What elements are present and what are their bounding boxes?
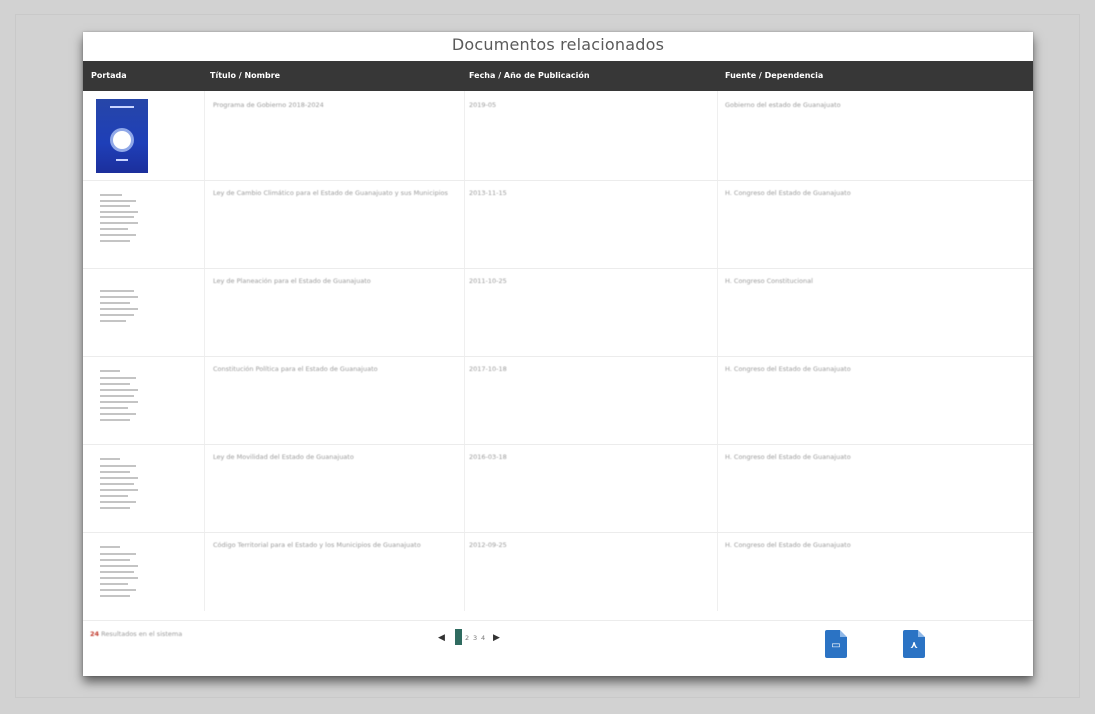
document-source: H. Congreso Constitucional — [725, 277, 813, 285]
cover-footer-line — [116, 159, 128, 161]
document-source: H. Congreso del Estado de Guanajuato — [725, 453, 851, 461]
document-date: 2012-09-25 — [469, 541, 507, 549]
table-row[interactable]: Ley de Movilidad del Estado de Guanajuat… — [83, 444, 1033, 533]
page-4-button[interactable]: 4 — [481, 634, 485, 642]
document-date: 2016-03-18 — [469, 453, 507, 461]
document-source: H. Congreso del Estado de Guanajuato — [725, 189, 851, 197]
column-header-cover: Portada — [91, 71, 127, 80]
cover-emblem — [113, 131, 131, 149]
csv-file-icon[interactable]: ▭ — [825, 630, 847, 658]
results-count-number: 24 — [90, 630, 100, 638]
document-source: H. Congreso del Estado de Guanajuato — [725, 541, 851, 549]
document-title[interactable]: Ley de Movilidad del Estado de Guanajuat… — [213, 452, 354, 462]
document-title[interactable]: Constitución Política para el Estado de … — [213, 364, 378, 374]
column-header-date: Fecha / Año de Publicación — [469, 71, 590, 80]
file-corner-fold — [918, 630, 925, 637]
table-row[interactable]: Programa de Gobierno 2018-2024 2019-05 G… — [83, 92, 1033, 181]
related-documents-card: Documentos relacionados Portada Título /… — [83, 32, 1033, 676]
document-source: Gobierno del estado de Guanajuato — [725, 101, 841, 109]
table-row[interactable]: Código Territorial para el Estado y los … — [83, 532, 1033, 621]
pdf-file-icon[interactable]: ⋏ — [903, 630, 925, 658]
pdf-glyph: ⋏ — [909, 640, 919, 651]
table-row[interactable]: Ley de Planeación para el Estado de Guan… — [83, 268, 1033, 357]
document-title[interactable]: Ley de Cambio Climático para el Estado d… — [213, 188, 458, 198]
blue-cover-icon[interactable] — [96, 99, 148, 173]
document-title[interactable]: Programa de Gobierno 2018-2024 — [213, 100, 324, 110]
table-header: Portada Título / Nombre Fecha / Año de P… — [83, 61, 1033, 91]
table-row[interactable]: Constitución Política para el Estado de … — [83, 356, 1033, 445]
document-title[interactable]: Código Territorial para el Estado y los … — [213, 540, 453, 550]
csv-glyph: ▭ — [831, 640, 841, 651]
document-thumbnail-icon[interactable] — [96, 364, 144, 438]
document-thumbnail-icon[interactable] — [96, 452, 144, 526]
cover-heading-line — [110, 106, 134, 108]
document-date: 2013-11-15 — [469, 189, 507, 197]
document-thumbnail-icon[interactable] — [96, 540, 144, 614]
document-date: 2019-05 — [469, 101, 497, 109]
page-2-button[interactable]: 2 — [465, 634, 469, 642]
document-title[interactable]: Ley de Planeación para el Estado de Guan… — [213, 276, 371, 286]
document-source: H. Congreso del Estado de Guanajuato — [725, 365, 851, 373]
document-thumbnail-icon[interactable] — [96, 276, 144, 350]
previous-page-button[interactable]: ◀ — [438, 633, 445, 643]
column-header-source: Fuente / Dependencia — [725, 71, 824, 80]
file-corner-fold — [840, 630, 847, 637]
document-date: 2011-10-25 — [469, 277, 507, 285]
results-count-label: Resultados en el sistema — [101, 630, 183, 638]
results-count: 24 Resultados en el sistema — [90, 630, 182, 638]
page-title: Documentos relacionados — [451, 35, 665, 54]
document-date: 2017-10-18 — [469, 365, 507, 373]
page-1-button[interactable] — [455, 629, 462, 645]
page-3-button[interactable]: 3 — [473, 634, 477, 642]
document-thumbnail-icon[interactable] — [96, 188, 144, 262]
next-page-button[interactable]: ▶ — [493, 633, 500, 643]
column-header-title: Título / Nombre — [210, 71, 281, 80]
table-row[interactable]: Ley de Cambio Climático para el Estado d… — [83, 180, 1033, 269]
